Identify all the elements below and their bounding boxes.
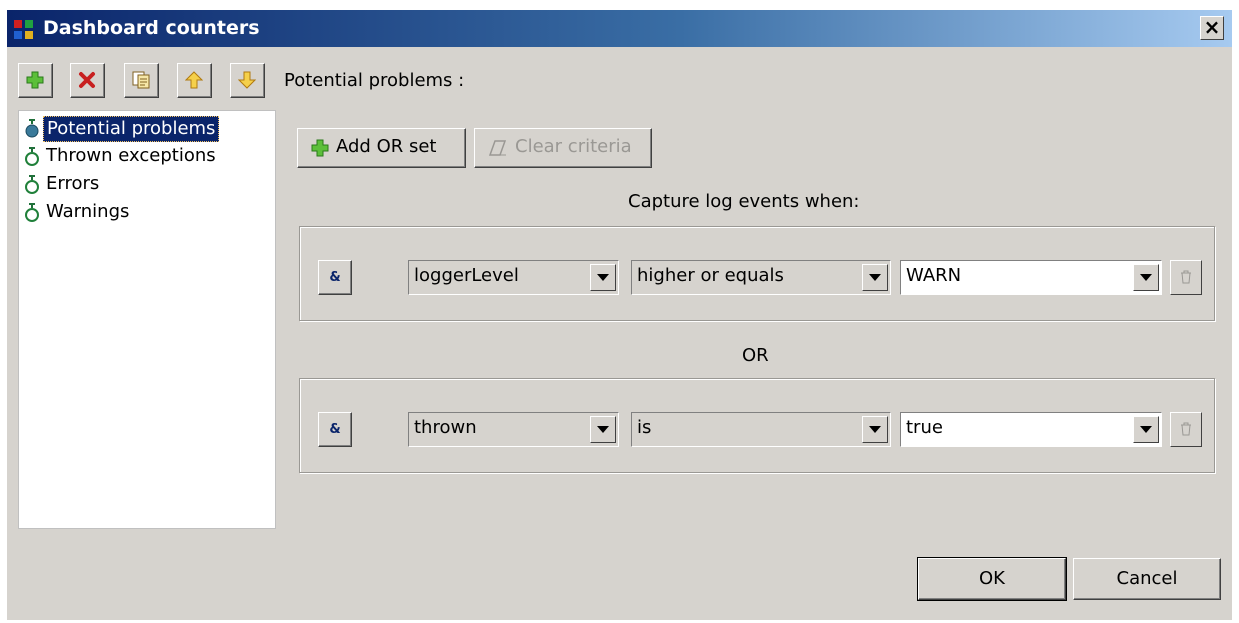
operator-select[interactable]: higher or equals [631, 260, 891, 295]
counter-tree[interactable]: Potential problems Thrown exceptions Err… [18, 110, 276, 529]
eraser-icon [488, 140, 507, 156]
operator-value: is [637, 417, 652, 438]
app-icon [14, 20, 33, 39]
counter-icon [25, 203, 39, 222]
clear-criteria-label: Clear criteria [515, 136, 632, 157]
operator-select[interactable]: is [631, 412, 891, 447]
and-button[interactable]: & [318, 260, 352, 295]
ok-button[interactable]: OK [917, 557, 1067, 601]
section-label: Potential problems : [284, 70, 465, 91]
add-counter-button[interactable] [18, 63, 53, 98]
cancel-button[interactable]: Cancel [1073, 558, 1221, 600]
counter-icon [25, 147, 39, 166]
chevron-down-icon[interactable] [862, 416, 888, 443]
move-up-button[interactable] [177, 63, 212, 98]
value-value: WARN [906, 265, 962, 286]
add-or-set-button[interactable]: Add OR set [297, 128, 466, 168]
delete-x-icon [79, 72, 95, 88]
capture-caption: Capture log events when: [628, 191, 860, 212]
dashboard-counters-dialog: Dashboard counters × Potential problems … [7, 10, 1232, 620]
window-title: Dashboard counters [43, 17, 260, 39]
copy-icon [132, 71, 150, 89]
tree-item-label: Potential problems [43, 116, 220, 142]
counter-icon [25, 175, 39, 194]
counter-icon [25, 119, 39, 138]
field-select[interactable]: loggerLevel [408, 260, 619, 295]
tree-item-label: Errors [46, 173, 100, 194]
field-value: loggerLevel [414, 265, 519, 286]
field-select[interactable]: thrown [408, 412, 619, 447]
copy-counter-button[interactable] [124, 63, 159, 98]
arrow-down-icon [238, 71, 256, 89]
chevron-down-icon[interactable] [590, 416, 616, 443]
arrow-up-icon [185, 71, 203, 89]
value-value: true [906, 417, 943, 438]
or-set-1: & loggerLevel higher or equals WARN [299, 226, 1215, 321]
tree-item-label: Thrown exceptions [46, 145, 216, 166]
delete-criterion-button[interactable] [1170, 412, 1202, 447]
or-separator: OR [742, 345, 769, 366]
operator-value: higher or equals [637, 265, 784, 286]
delete-criterion-button[interactable] [1170, 260, 1202, 295]
field-value: thrown [414, 417, 477, 438]
clear-criteria-button[interactable]: Clear criteria [474, 128, 652, 168]
chevron-down-icon[interactable] [1133, 264, 1159, 291]
plus-icon [311, 139, 329, 157]
add-or-set-label: Add OR set [336, 136, 437, 157]
title-bar[interactable]: Dashboard counters × [7, 10, 1232, 47]
chevron-down-icon[interactable] [862, 264, 888, 291]
move-down-button[interactable] [230, 63, 265, 98]
value-select[interactable]: WARN [900, 260, 1162, 295]
chevron-down-icon[interactable] [590, 264, 616, 291]
close-icon: × [1203, 15, 1221, 39]
plus-icon [26, 71, 44, 89]
or-set-2: & thrown is true [299, 378, 1215, 473]
trash-icon [1181, 422, 1191, 436]
delete-counter-button[interactable] [70, 63, 105, 98]
trash-icon [1181, 270, 1191, 284]
and-button[interactable]: & [318, 412, 352, 447]
value-select[interactable]: true [900, 412, 1162, 447]
tree-item-label: Warnings [46, 201, 130, 222]
close-button[interactable]: × [1200, 16, 1224, 40]
chevron-down-icon[interactable] [1133, 416, 1159, 443]
